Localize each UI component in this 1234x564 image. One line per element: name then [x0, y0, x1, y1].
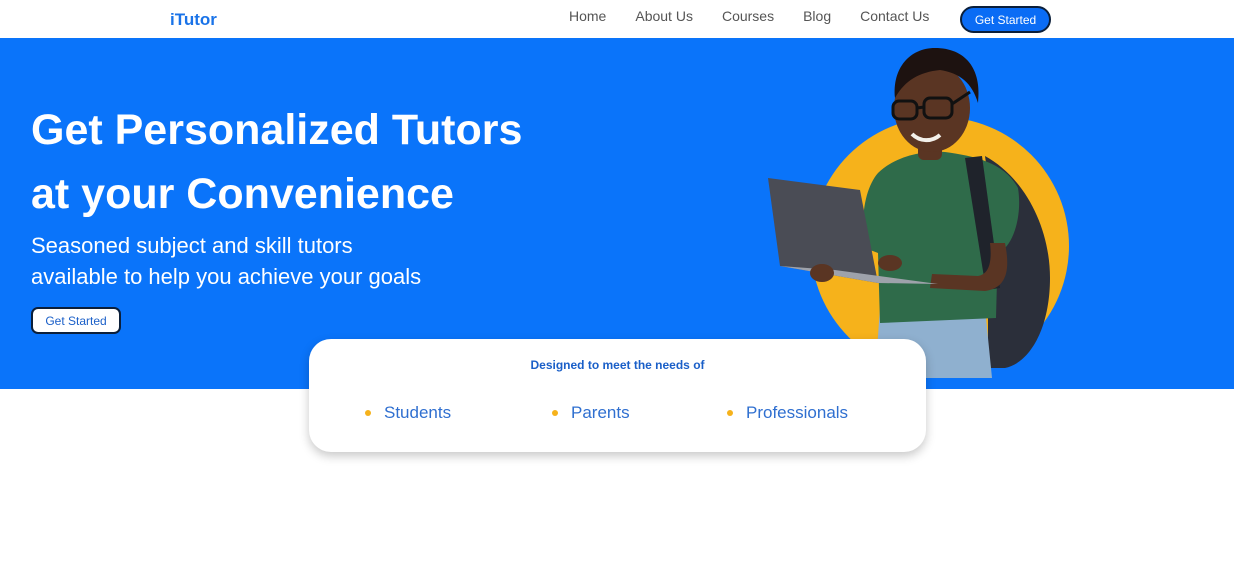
nav-link-courses[interactable]: Courses: [722, 8, 774, 24]
audience-card: Designed to meet the needs of Students P…: [309, 339, 926, 452]
bullet-dot-icon: [365, 410, 371, 416]
nav-link-contact-us[interactable]: Contact Us: [860, 8, 929, 24]
main-nav: Home About Us Courses Blog Contact Us: [569, 8, 957, 24]
audience-item-label: Parents: [571, 403, 630, 422]
hero-subtitle: Seasoned subject and skill tutors availa…: [31, 230, 551, 292]
bullet-dot-icon: [552, 410, 558, 416]
top-navbar: iTutor Home About Us Courses Blog Contac…: [0, 0, 1234, 38]
hero-title: Get Personalized Tutors at your Convenie…: [31, 98, 651, 226]
header-get-started-button[interactable]: Get Started: [960, 6, 1051, 33]
hero-subtitle-line-1: Seasoned subject and skill tutors: [31, 233, 353, 258]
nav-link-home[interactable]: Home: [569, 8, 606, 24]
site-logo[interactable]: iTutor: [170, 10, 217, 30]
hero-section: Get Personalized Tutors at your Convenie…: [0, 38, 1234, 389]
student-with-laptop-illustration: [768, 48, 1069, 378]
audience-item-professionals: Professionals: [727, 403, 848, 423]
audience-item-students: Students: [365, 403, 451, 423]
audience-item-parents: Parents: [552, 403, 630, 423]
audience-item-label: Professionals: [746, 403, 849, 422]
audience-item-label: Students: [384, 403, 452, 422]
hero-title-line-2: at your Convenience: [31, 170, 454, 218]
audience-card-title: Designed to meet the needs of: [530, 358, 705, 372]
hero-get-started-button[interactable]: Get Started: [31, 307, 121, 334]
nav-link-blog[interactable]: Blog: [803, 8, 831, 24]
hero-title-line-1: Get Personalized Tutors: [31, 106, 523, 154]
bullet-dot-icon: [727, 410, 733, 416]
nav-link-about-us[interactable]: About Us: [635, 8, 693, 24]
hero-subtitle-line-2: available to help you achieve your goals: [31, 264, 422, 289]
